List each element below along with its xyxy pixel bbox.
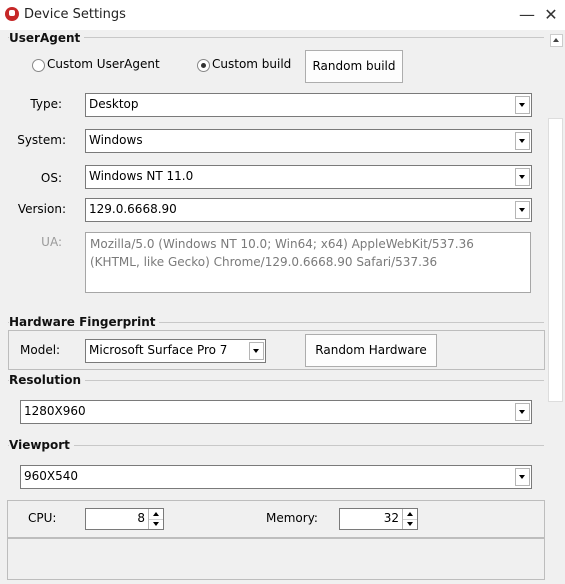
- random-build-button[interactable]: Random build: [305, 50, 403, 83]
- stepper-down-icon[interactable]: [403, 519, 417, 529]
- model-dropdown[interactable]: Microsoft Surface Pro 7: [85, 339, 266, 363]
- custom-build-radio[interactable]: [197, 59, 210, 72]
- viewport-section-label: Viewport: [9, 438, 74, 452]
- ua-textarea[interactable]: Mozilla/5.0 (Windows NT 10.0; Win64; x64…: [85, 232, 531, 293]
- chevron-down-icon[interactable]: [515, 132, 530, 150]
- section-divider: [8, 37, 544, 38]
- hardware-section-label: Hardware Fingerprint: [9, 315, 160, 329]
- resolution-section-label: Resolution: [9, 373, 86, 387]
- version-label: Version:: [17, 202, 66, 216]
- custom-useragent-label[interactable]: Custom UserAgent: [47, 57, 160, 71]
- type-value: Desktop: [89, 97, 139, 111]
- memory-label: Memory:: [266, 511, 318, 525]
- os-label: OS:: [40, 171, 62, 185]
- os-dropdown[interactable]: Windows NT 11.0: [85, 165, 532, 189]
- useragent-section-label: UserAgent: [9, 31, 85, 45]
- ua-label: UA:: [41, 235, 62, 249]
- scrollbar-thumb[interactable]: [548, 118, 563, 402]
- chevron-down-icon[interactable]: [515, 468, 530, 486]
- model-label: Model:: [20, 343, 61, 357]
- os-value: Windows NT 11.0: [89, 169, 194, 183]
- custom-useragent-radio[interactable]: [32, 59, 45, 72]
- chevron-down-icon[interactable]: [515, 168, 530, 186]
- cpu-stepper[interactable]: 8: [85, 508, 164, 530]
- model-value: Microsoft Surface Pro 7: [89, 343, 228, 357]
- stepper-down-icon[interactable]: [149, 519, 163, 529]
- app-logo-icon: [5, 7, 19, 21]
- resolution-dropdown[interactable]: 1280X960: [20, 400, 532, 424]
- section-divider: [8, 445, 544, 446]
- version-dropdown[interactable]: 129.0.6668.90: [85, 198, 532, 222]
- memory-stepper[interactable]: 32: [339, 508, 418, 530]
- version-value: 129.0.6668.90: [89, 202, 177, 216]
- cpu-label: CPU:: [28, 511, 57, 525]
- close-button[interactable]: ✕: [540, 5, 562, 25]
- chevron-down-icon[interactable]: [515, 403, 530, 421]
- cpu-value: 8: [137, 511, 145, 525]
- minimize-button[interactable]: —: [516, 5, 538, 25]
- viewport-dropdown[interactable]: 960X540: [20, 465, 532, 489]
- type-dropdown[interactable]: Desktop: [85, 93, 532, 117]
- bottom-panel: [7, 538, 545, 580]
- system-dropdown[interactable]: Windows: [85, 129, 532, 153]
- memory-value: 32: [383, 511, 399, 525]
- system-value: Windows: [89, 133, 143, 147]
- chevron-up-icon[interactable]: [550, 34, 563, 47]
- chevron-down-icon[interactable]: [515, 201, 530, 219]
- custom-build-label[interactable]: Custom build: [212, 57, 291, 71]
- resolution-value: 1280X960: [24, 404, 86, 418]
- type-label: Type:: [30, 97, 62, 111]
- chevron-down-icon[interactable]: [249, 342, 264, 360]
- chevron-down-icon[interactable]: [515, 96, 530, 114]
- system-label: System:: [17, 133, 66, 147]
- section-divider: [8, 380, 544, 381]
- viewport-value: 960X540: [24, 469, 79, 483]
- random-hardware-button[interactable]: Random Hardware: [305, 334, 437, 367]
- window-title: Device Settings: [24, 7, 126, 22]
